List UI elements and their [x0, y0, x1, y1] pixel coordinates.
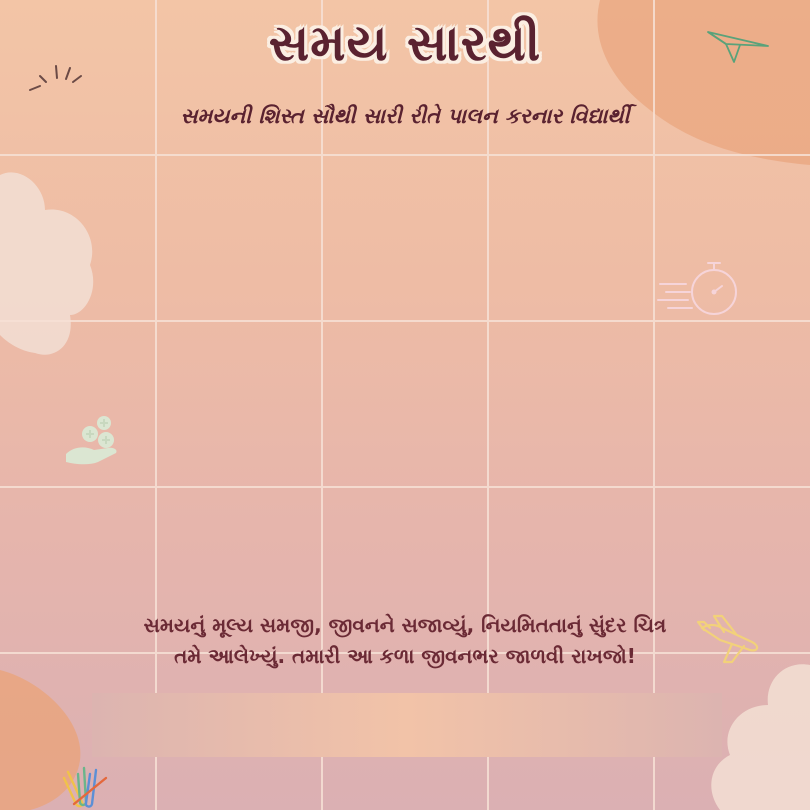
hand-coins-icon: [66, 416, 117, 465]
appreciation-message: સમયનું મૂલ્ય સમજી, જીવનને સજાવ્યું, નિયમ…: [110, 610, 700, 672]
stopwatch-icon: [657, 262, 737, 315]
paper-clips-icon: [62, 766, 108, 808]
message-band: [92, 693, 722, 757]
award-subtitle: સમયની શિસ્ત સૌથી સારી રીતે પાલન કરનાર વિ…: [180, 104, 630, 128]
certificate-page: સમય સારથી સમયની શિસ્ત સૌથી સારી રીતે પાલ…: [0, 0, 810, 810]
message-line-1: સમયનું મૂલ્ય સમજી, જીવનને સજાવ્યું, નિયમ…: [143, 613, 667, 637]
award-title: સમય સારથી: [268, 14, 542, 72]
message-line-2: તમે આલેખ્યું. તમારી આ કળા જીવનભર જાળવી ર…: [174, 644, 636, 668]
airplane-icon: [696, 614, 759, 664]
